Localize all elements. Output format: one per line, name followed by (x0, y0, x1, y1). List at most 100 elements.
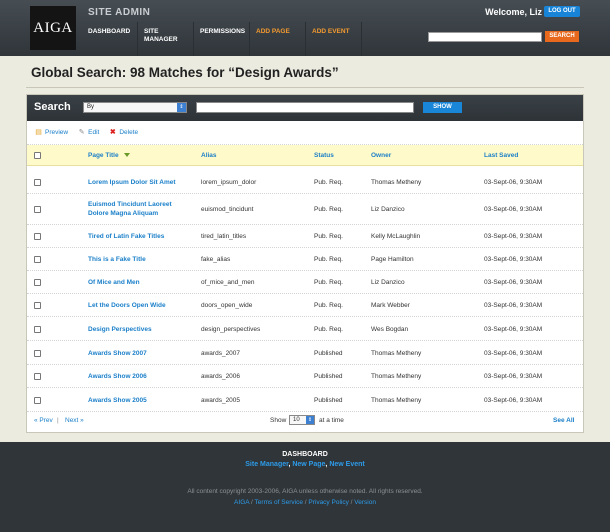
row-checkbox[interactable] (34, 279, 41, 286)
column-status[interactable]: Status (314, 152, 334, 159)
pagination: « Prev | Next » Show 10 ⇕ at a time See … (27, 407, 583, 433)
cell-alias: of_mice_and_men (201, 279, 255, 286)
cell-last-saved: 03-Sept-06, 9:30AM (484, 396, 543, 404)
site-search-button[interactable]: SEARCH (545, 31, 579, 42)
search-query-input[interactable] (196, 102, 414, 113)
footer-links: Site Manager, New Page, New Event (245, 461, 365, 468)
edit-action[interactable]: ✎ Edit (78, 129, 100, 136)
search-by-value: By (87, 104, 95, 110)
nav-item-add-event[interactable]: ADD EVENT (306, 22, 362, 56)
nav-item-site-manager[interactable]: SITE MANAGER (138, 22, 194, 56)
nav-item-permissions[interactable]: PERMISSIONS (194, 22, 250, 56)
cell-owner: Mark Webber (371, 302, 410, 309)
cell-page-title[interactable]: Of Mice and Men (88, 278, 192, 287)
row-checkbox[interactable] (34, 349, 41, 357)
row-checkbox[interactable] (34, 256, 41, 263)
footer-link-site-manager[interactable]: Site Manager (245, 461, 288, 468)
footer-link-new-page[interactable]: New Page (292, 461, 325, 468)
row-checkbox[interactable] (34, 325, 41, 333)
row-checkbox[interactable] (34, 302, 41, 309)
cell-status: Pub. Req. (314, 302, 343, 309)
cell-alias: lorem_ipsum_dolor (201, 179, 257, 186)
nav-item-dashboard[interactable]: DASHBOARD (82, 22, 138, 56)
table-row: Tired of Latin Fake Titles tired_latin_ti… (27, 225, 583, 248)
cell-last-saved: 03-Sept-06, 9:30AM (484, 233, 543, 240)
footer: DASHBOARD Site Manager, New Page, New Ev… (0, 442, 610, 532)
cell-last-saved: 03-Sept-06, 9:30AM (484, 302, 543, 309)
legal-link-privacy[interactable]: Privacy Policy (308, 499, 348, 506)
cell-page-title[interactable]: Let the Doors Open Wide (88, 301, 192, 310)
cell-last-saved: 03-Sept-06, 9:30AM (484, 373, 543, 380)
cell-page-title[interactable]: Euismod Tincidunt Laoreet Dolore Magna A… (88, 200, 192, 218)
delete-action[interactable]: ✖ Delete (109, 129, 138, 136)
cell-status: Pub. Req. (314, 206, 343, 213)
cell-alias: design_perspectives (201, 325, 261, 333)
cell-status: Pub. Req. (314, 179, 343, 186)
logout-button[interactable]: LOG OUT (544, 6, 580, 17)
cell-status: Pub. Req. (314, 279, 343, 286)
column-page-title[interactable]: Page Title (88, 152, 131, 159)
table-row: Awards Show 2006 awards_2006 Published Thom… (27, 365, 583, 388)
table-row: Lorem Ipsum Dolor Sit Amet lorem_ipsum_do… (27, 171, 583, 194)
legal-link-aiga[interactable]: AIGA (234, 499, 249, 506)
next-link[interactable]: Next » (65, 417, 84, 424)
per-page-select[interactable]: 10 ⇕ (289, 415, 315, 425)
cell-owner: Thomas Metheny (371, 396, 422, 404)
table-row: Let the Doors Open Wide doors_open_wide Pu… (27, 294, 583, 317)
legal-link-terms[interactable]: Terms of Service (255, 499, 303, 506)
cell-owner: Page Hamilton (371, 256, 414, 263)
cell-status: Pub. Req. (314, 256, 343, 263)
nav-item-add-page[interactable]: ADD PAGE (250, 22, 306, 56)
legal-link-version[interactable]: Version (354, 499, 376, 506)
cell-page-title[interactable]: Design Perspectives (88, 325, 192, 334)
footer-dashboard-link[interactable]: DASHBOARD (0, 451, 610, 458)
cell-status: Pub. Req. (314, 233, 343, 240)
select-all-checkbox[interactable] (34, 152, 41, 159)
search-bar: Search By ⇕ SHOW (27, 95, 583, 121)
column-alias[interactable]: Alias (201, 152, 217, 159)
table-header: Page Title Alias Status Owner Last Saved (27, 145, 583, 166)
row-checkbox[interactable] (34, 206, 41, 213)
cell-alias: tired_latin_titles (201, 233, 247, 240)
row-checkbox[interactable] (34, 233, 41, 240)
prev-link[interactable]: « Prev (34, 417, 53, 424)
site-search-input[interactable] (428, 32, 542, 42)
select-arrows-icon: ⇕ (177, 103, 186, 112)
column-last-saved[interactable]: Last Saved (484, 152, 518, 159)
row-checkbox[interactable] (34, 373, 41, 380)
see-all-link[interactable]: See All (553, 417, 574, 424)
search-label: Search (34, 101, 71, 113)
copyright-text: All content copyright 2003-2006, AIGA un… (187, 488, 423, 495)
delete-x-icon: ✖ (109, 129, 116, 136)
results-panel: Search By ⇕ SHOW ▤ Preview ✎ Edit ✖ Dele… (26, 94, 584, 433)
cell-page-title[interactable]: Awards Show 2006 (88, 372, 192, 381)
at-a-time-label: at a time (319, 417, 344, 424)
footer-link-new-event[interactable]: New Event (329, 461, 364, 468)
cell-alias: euismod_tincidunt (201, 206, 254, 213)
show-button[interactable]: SHOW (423, 102, 462, 113)
row-checkbox[interactable] (34, 396, 41, 404)
cell-alias: awards_2006 (201, 373, 241, 380)
column-owner[interactable]: Owner (371, 152, 391, 159)
aiga-logo[interactable]: AIGA (30, 6, 76, 50)
welcome-text: Welcome, Liz (485, 7, 542, 17)
cell-alias: fake_alias (201, 256, 231, 263)
cell-page-title[interactable]: Awards Show 2005 (88, 396, 192, 405)
cell-owner: Wes Bogdan (371, 325, 409, 333)
site-title: SITE ADMIN (88, 7, 151, 18)
search-by-select[interactable]: By ⇕ (83, 102, 187, 113)
cell-page-title[interactable]: Tired of Latin Fake Titles (88, 232, 192, 241)
cell-last-saved: 03-Sept-06, 9:30AM (484, 349, 543, 357)
select-arrows-icon: ⇕ (306, 416, 314, 424)
table-row: Design Perspectives design_perspectives Pu… (27, 317, 583, 341)
preview-label: Preview (45, 129, 69, 136)
cell-owner: Kelly McLaughlin (371, 233, 421, 240)
preview-action[interactable]: ▤ Preview (35, 129, 68, 136)
cell-page-title[interactable]: This is a Fake Title (88, 255, 192, 264)
row-checkbox[interactable] (34, 179, 41, 186)
cell-last-saved: 03-Sept-06, 9:30AM (484, 179, 543, 186)
table-row: Euismod Tincidunt Laoreet Dolore Magna A… (27, 194, 583, 225)
cell-page-title[interactable]: Lorem Ipsum Dolor Sit Amet (88, 178, 192, 187)
cell-status: Published (314, 373, 343, 380)
cell-page-title[interactable]: Awards Show 2007 (88, 349, 192, 358)
